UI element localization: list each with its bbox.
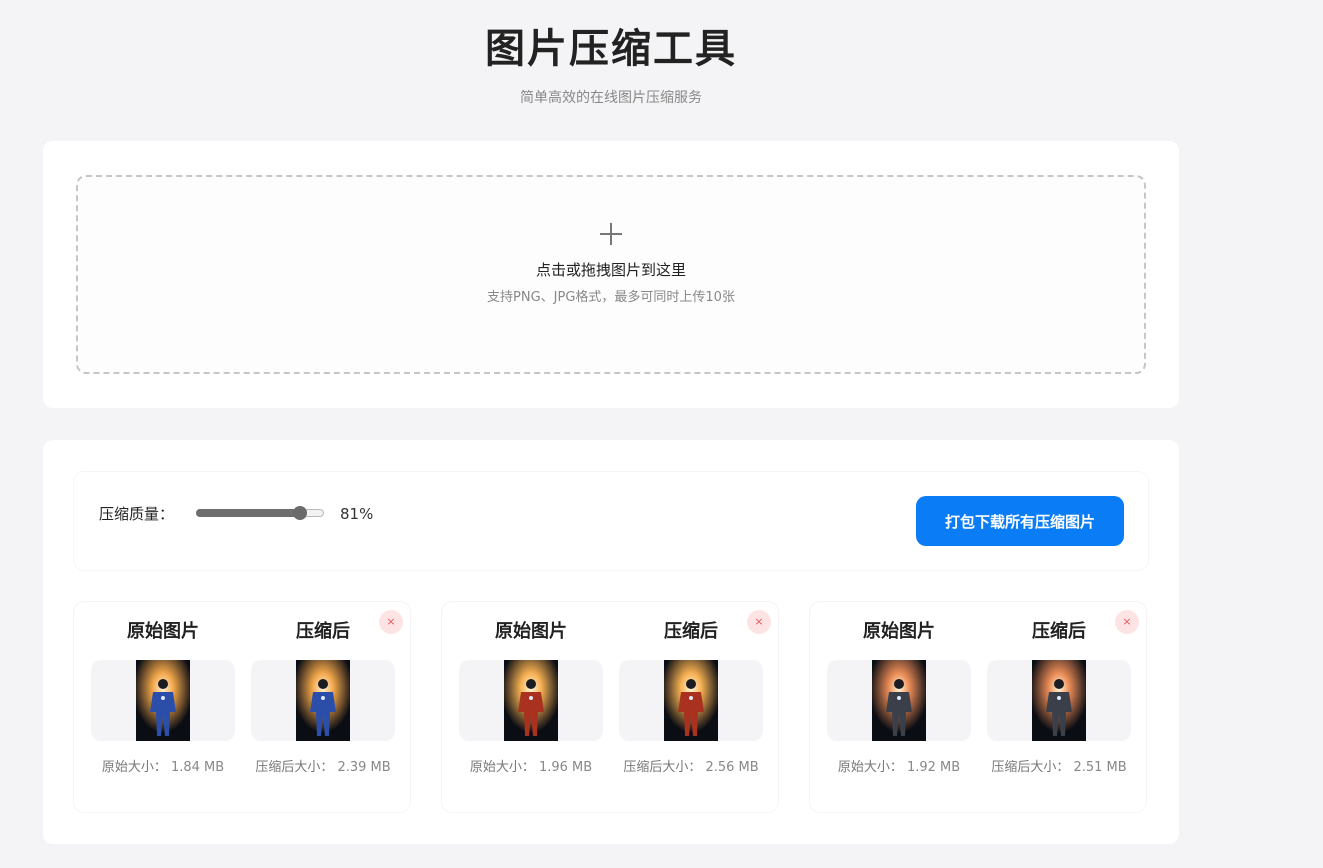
compression-card: 压缩质量： 81% 打包下载所有压缩图片 × 原始图片 原始大小： 1.84 M… [43, 440, 1179, 844]
compressed-size-label: 压缩后大小： [623, 760, 702, 775]
original-size-label: 原始大小： [837, 760, 903, 775]
compressed-size-value: 2.39 MB [337, 760, 391, 775]
slider-fill [196, 509, 300, 517]
hero-image [1032, 660, 1086, 741]
original-heading: 原始图片 [495, 621, 567, 642]
slider-thumb[interactable] [292, 506, 307, 520]
quality-value: 81% [340, 505, 374, 523]
compressed-size: 压缩后大小： 2.51 MB [987, 759, 1131, 777]
original-thumbnail [827, 660, 971, 741]
image-item: × 原始图片 原始大小： 1.84 MB 压缩后 压缩后大小： 2.39 MB [74, 602, 410, 812]
upload-dropzone[interactable]: 点击或拖拽图片到这里 支持PNG、JPG格式，最多可同时上传10张 [76, 175, 1146, 374]
compressed-column: 压缩后 压缩后大小： 2.56 MB [619, 602, 763, 777]
original-size-value: 1.84 MB [170, 760, 225, 775]
image-item: × 原始图片 原始大小： 1.92 MB 压缩后 压缩后大小： 2.51 MB [810, 602, 1146, 812]
original-heading: 原始图片 [863, 621, 935, 642]
compressed-size: 压缩后大小： 2.56 MB [619, 759, 763, 777]
compressed-thumbnail [987, 660, 1131, 741]
original-thumbnail [91, 660, 235, 741]
page-subtitle: 简单高效的在线图片压缩服务 [520, 90, 702, 106]
hero-image [504, 660, 558, 741]
page-title: 图片压缩工具 [485, 26, 737, 72]
toolbar: 压缩质量： 81% 打包下载所有压缩图片 [74, 472, 1148, 570]
compressed-column: 压缩后 压缩后大小： 2.39 MB [251, 602, 395, 777]
image-item: × 原始图片 原始大小： 1.96 MB 压缩后 压缩后大小： 2.56 MB [442, 602, 778, 812]
original-size-value: 1.92 MB [906, 760, 961, 775]
original-size: 原始大小： 1.92 MB [827, 759, 971, 777]
hero-image [296, 660, 350, 741]
plus-icon [600, 223, 622, 245]
compressed-size-label: 压缩后大小： [991, 760, 1070, 775]
hero-image [872, 660, 926, 741]
compressed-thumbnail [251, 660, 395, 741]
original-size-label: 原始大小： [101, 760, 167, 775]
image-list: × 原始图片 原始大小： 1.84 MB 压缩后 压缩后大小： 2.39 MB … [74, 602, 1148, 812]
quality-slider[interactable] [196, 506, 324, 520]
compressed-size-label: 压缩后大小： [255, 760, 334, 775]
page-header: 图片压缩工具 简单高效的在线图片压缩服务 [43, 0, 1179, 108]
compressed-column: 压缩后 压缩后大小： 2.51 MB [987, 602, 1131, 777]
compressed-size: 压缩后大小： 2.39 MB [251, 759, 395, 777]
dropzone-hint: 支持PNG、JPG格式，最多可同时上传10张 [487, 290, 735, 305]
original-size: 原始大小： 1.96 MB [459, 759, 603, 777]
original-heading: 原始图片 [127, 621, 199, 642]
original-thumbnail [459, 660, 603, 741]
original-column: 原始图片 原始大小： 1.96 MB [459, 602, 603, 777]
compressed-thumbnail [619, 660, 763, 741]
compressed-heading: 压缩后 [1032, 621, 1086, 642]
compressed-size-value: 2.51 MB [1073, 760, 1127, 775]
hero-image [136, 660, 190, 741]
original-size: 原始大小： 1.84 MB [91, 759, 235, 777]
compressed-heading: 压缩后 [664, 621, 718, 642]
original-size-value: 1.96 MB [538, 760, 593, 775]
dropzone-title: 点击或拖拽图片到这里 [535, 261, 686, 279]
compressed-heading: 压缩后 [296, 621, 350, 642]
upload-card: 点击或拖拽图片到这里 支持PNG、JPG格式，最多可同时上传10张 [43, 141, 1179, 408]
hero-image [664, 660, 718, 741]
original-size-label: 原始大小： [469, 760, 535, 775]
original-column: 原始图片 原始大小： 1.84 MB [91, 602, 235, 777]
compressed-size-value: 2.56 MB [705, 760, 759, 775]
quality-label: 压缩质量： [99, 505, 175, 523]
original-column: 原始图片 原始大小： 1.92 MB [827, 602, 971, 777]
download-all-button[interactable]: 打包下载所有压缩图片 [916, 496, 1124, 546]
